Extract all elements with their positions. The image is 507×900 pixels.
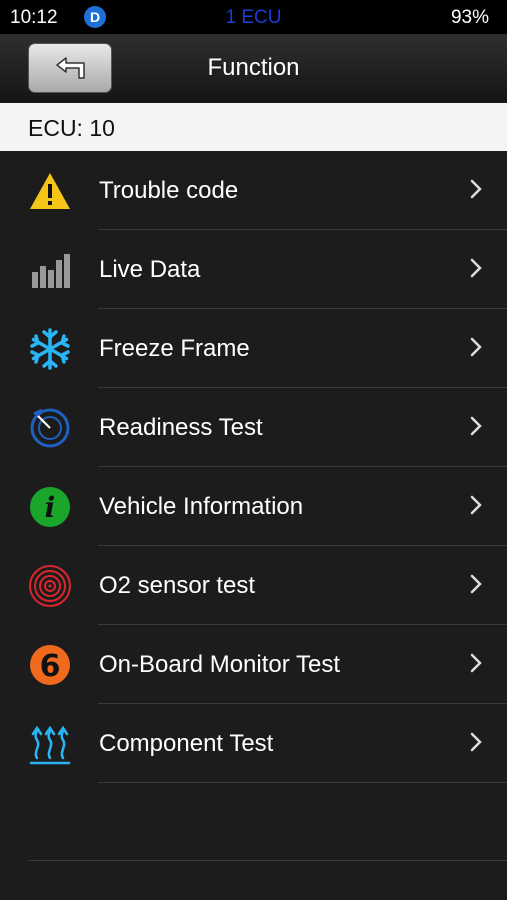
menu-item-component-test[interactable]: Component Test (0, 704, 507, 783)
menu-item-vehicle-information[interactable]: i Vehicle Information (0, 467, 507, 546)
gauge-icon (30, 408, 70, 448)
snowflake-icon (30, 328, 70, 370)
menu-item-label: Component Test (99, 730, 274, 757)
page-title: Function (207, 54, 300, 81)
menu-item-o2-sensor-test[interactable]: O2 sensor test (0, 546, 507, 625)
chevron-right-icon (470, 732, 482, 752)
menu-item-label: Freeze Frame (99, 335, 250, 362)
menu-item-label: Live Data (99, 256, 201, 283)
menu-item-label: Readiness Test (99, 414, 263, 441)
svg-text:6: 6 (40, 649, 61, 684)
chevron-right-icon (470, 258, 482, 278)
menu-item-trouble-code[interactable]: Trouble code (0, 151, 507, 230)
chevron-right-icon (470, 337, 482, 357)
status-battery: 93% (450, 7, 489, 28)
menu-item-on-board-monitor-test[interactable]: 6 On-Board Monitor Test (0, 625, 507, 704)
status-bar: 10:12 D 1 ECU 93% (0, 0, 507, 34)
status-time: 10:12 (10, 7, 58, 28)
chevron-right-icon (470, 179, 482, 199)
number-six-icon: 6 (30, 645, 70, 685)
bar-chart-icon (32, 254, 70, 288)
menu-item-label: On-Board Monitor Test (99, 651, 340, 678)
chevron-right-icon (470, 574, 482, 594)
chevron-right-icon (470, 495, 482, 515)
bottom-divider (28, 860, 507, 861)
menu-item-live-data[interactable]: Live Data (0, 230, 507, 309)
menu-item-label: Trouble code (99, 177, 239, 204)
ecu-label: ECU: 10 (28, 115, 115, 141)
warning-icon (30, 173, 70, 209)
heat-waves-icon (29, 725, 71, 765)
chevron-right-icon (470, 653, 482, 673)
nav-bar: Function (0, 34, 507, 102)
menu-item-label: Vehicle Information (99, 493, 304, 520)
chevron-right-icon (470, 416, 482, 436)
menu-item-label: O2 sensor test (99, 572, 256, 599)
status-ecu-count: 1 ECU (225, 7, 282, 28)
svg-text:i: i (45, 491, 56, 524)
menu-item-freeze-frame[interactable]: Freeze Frame (0, 309, 507, 388)
target-icon (29, 565, 71, 607)
function-list: Trouble code Live Data Freeze Frame Read… (0, 151, 507, 783)
info-icon: i (30, 487, 70, 527)
menu-item-readiness-test[interactable]: Readiness Test (0, 388, 507, 467)
status-badge: D (84, 6, 106, 28)
ecu-header: ECU: 10 (0, 103, 507, 151)
row-divider (98, 782, 507, 783)
